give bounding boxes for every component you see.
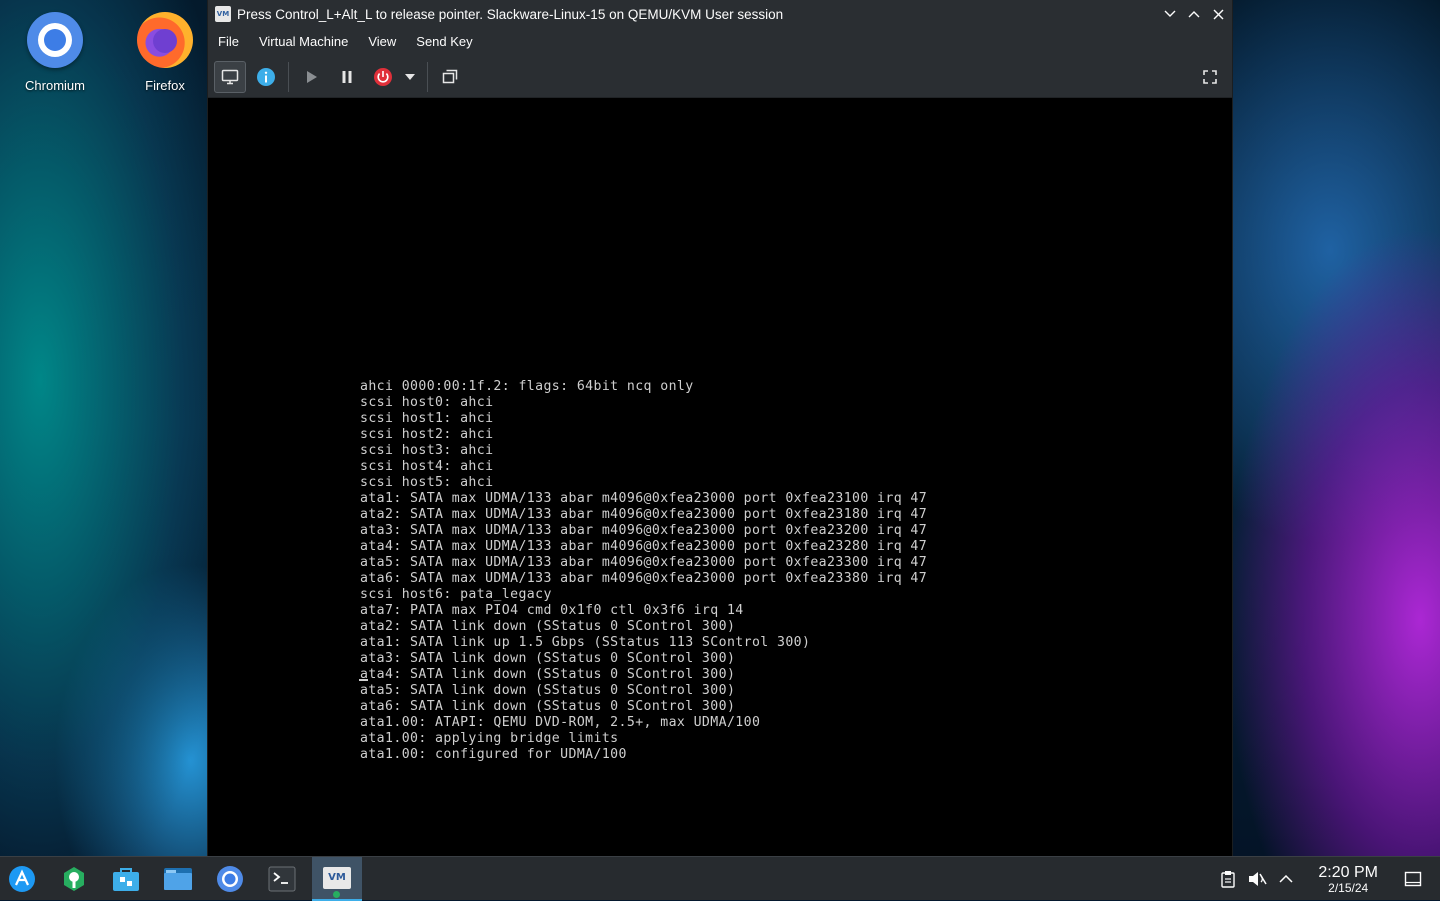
minimize-button[interactable] (1158, 2, 1182, 26)
console-line: scsi host4: ahci (360, 459, 494, 474)
console-line: ata5: SATA link down (SStatus 0 SControl… (360, 683, 736, 698)
shutdown-button[interactable] (367, 61, 399, 93)
clock-time: 2:20 PM (1318, 863, 1378, 881)
menu-send-key[interactable]: Send Key (406, 28, 482, 56)
toolbar (208, 56, 1232, 98)
details-button[interactable] (250, 61, 282, 93)
console-line: ata6: SATA link down (SStatus 0 SControl… (360, 699, 736, 714)
taskbar-terminal[interactable] (260, 857, 304, 901)
window-titlebar[interactable]: VM Press Control_L+Alt_L to release poin… (208, 0, 1232, 28)
store-icon (113, 867, 139, 891)
console-line: ata1: SATA max UDMA/133 abar m4096@0xfea… (360, 491, 928, 506)
power-icon (374, 67, 392, 86)
snapshot-icon (442, 69, 458, 83)
window-title: Press Control_L+Alt_L to release pointer… (237, 6, 784, 22)
vm-console-display[interactable]: ahci 0000:00:1f.2: flags: 64bit ncq only… (208, 98, 1232, 856)
desktop-icon-label: Chromium (25, 78, 85, 93)
application-launcher[interactable] (0, 857, 44, 901)
close-icon (1213, 9, 1223, 19)
snapshots-button[interactable] (434, 61, 466, 93)
fullscreen-icon (1203, 69, 1217, 84)
console-cursor (359, 679, 368, 681)
terminal-icon (268, 866, 296, 891)
console-line: scsi host5: ahci (360, 475, 494, 490)
console-line: scsi host3: ahci (360, 443, 494, 458)
shutdown-menu-button[interactable] (399, 61, 421, 93)
vm-window: VM Press Control_L+Alt_L to release poin… (207, 0, 1233, 856)
console-line: scsi host2: ahci (360, 427, 494, 442)
tray-expand-icon (1279, 875, 1293, 883)
console-line: ata4: SATA link down (SStatus 0 SControl… (360, 667, 736, 682)
console-line: ata3: SATA link down (SStatus 0 SControl… (360, 651, 736, 666)
maximize-button[interactable] (1182, 2, 1206, 26)
show-desktop-icon (1404, 871, 1422, 887)
show-desktop-button[interactable] (1400, 864, 1426, 894)
taskbar-store[interactable] (104, 857, 148, 901)
console-line: ata1.00: ATAPI: QEMU DVD-ROM, 2.5+, max … (360, 715, 761, 730)
minimize-icon (1164, 10, 1176, 17)
console-line: ata7: PATA max PIO4 cmd 0x1f0 ctl 0x3f6 … (360, 603, 744, 618)
system-tray: 2:20 PM 2/15/24 (1215, 857, 1440, 901)
console-icon (221, 69, 239, 84)
menu-view[interactable]: View (358, 28, 406, 56)
console-line: scsi host0: ahci (360, 395, 494, 410)
toolbar-separator (427, 61, 428, 92)
toolbar-separator (288, 61, 289, 92)
tray-volume[interactable] (1244, 864, 1270, 894)
clock-date: 2/15/24 (1328, 880, 1369, 895)
menu-virtual-machine[interactable]: Virtual Machine (249, 28, 358, 56)
digital-clock[interactable]: 2:20 PM 2/15/24 (1318, 864, 1378, 895)
console-view-button[interactable] (214, 60, 246, 93)
taskbar-chromium[interactable] (208, 857, 252, 901)
console-line: ata4: SATA max UDMA/133 abar m4096@0xfea… (360, 539, 928, 554)
console-line: ata6: SATA max UDMA/133 abar m4096@0xfea… (360, 571, 928, 586)
chromium-icon (217, 865, 243, 892)
taskbar-virt-manager[interactable]: VM (312, 856, 362, 901)
run-button[interactable] (295, 61, 327, 93)
console-line: ata1.00: configured for UDMA/100 (360, 747, 627, 762)
console-line: ata1.00: applying bridge limits (360, 731, 619, 746)
console-line: scsi host1: ahci (360, 411, 494, 426)
volume-muted-icon (1249, 872, 1268, 886)
pause-icon (342, 70, 352, 83)
virt-manager-app-icon: VM (215, 6, 231, 22)
tray-clipboard[interactable] (1215, 864, 1241, 894)
console-line: ata2: SATA link down (SStatus 0 SControl… (360, 619, 736, 634)
menubar: File Virtual Machine View Send Key (208, 28, 1232, 56)
file-manager-icon (164, 867, 192, 890)
console-output: ahci 0000:00:1f.2: flags: 64bit ncq only… (360, 379, 927, 763)
console-line: ata5: SATA max UDMA/133 abar m4096@0xfea… (360, 555, 928, 570)
taskbar-file-manager[interactable] (156, 857, 200, 901)
taskbar-system-settings[interactable] (52, 857, 96, 901)
desktop-icon-label: Firefox (145, 78, 185, 93)
running-indicator-icon (333, 890, 340, 898)
close-button[interactable] (1206, 2, 1230, 26)
info-icon (257, 67, 275, 86)
virt-manager-icon: VM (323, 866, 351, 889)
run-icon (307, 70, 317, 83)
tray-expand[interactable] (1273, 864, 1299, 894)
maximize-icon (1188, 11, 1200, 18)
menu-file[interactable]: File (208, 28, 249, 56)
console-line: ata1: SATA link up 1.5 Gbps (SStatus 113… (360, 635, 811, 650)
console-line: ata2: SATA max UDMA/133 abar m4096@0xfea… (360, 507, 928, 522)
discover-settings-icon (64, 866, 84, 891)
firefox-icon (135, 12, 195, 72)
chromium-icon (25, 12, 85, 72)
pause-button[interactable] (331, 61, 363, 93)
desktop-icon-chromium[interactable]: Chromium (10, 10, 100, 93)
console-line: ahci 0000:00:1f.2: flags: 64bit ncq only (360, 379, 694, 394)
dropdown-arrow-icon (405, 73, 415, 80)
console-line: scsi host6: pata_legacy (360, 587, 552, 602)
taskbar: VM 2:20 PM 2/15/24 (0, 856, 1440, 901)
desktop-icon-firefox[interactable]: Firefox (120, 10, 210, 93)
app-launcher-icon (9, 865, 35, 892)
console-line: ata3: SATA max UDMA/133 abar m4096@0xfea… (360, 523, 928, 538)
fullscreen-button[interactable] (1194, 61, 1226, 93)
clipboard-icon (1221, 871, 1236, 888)
